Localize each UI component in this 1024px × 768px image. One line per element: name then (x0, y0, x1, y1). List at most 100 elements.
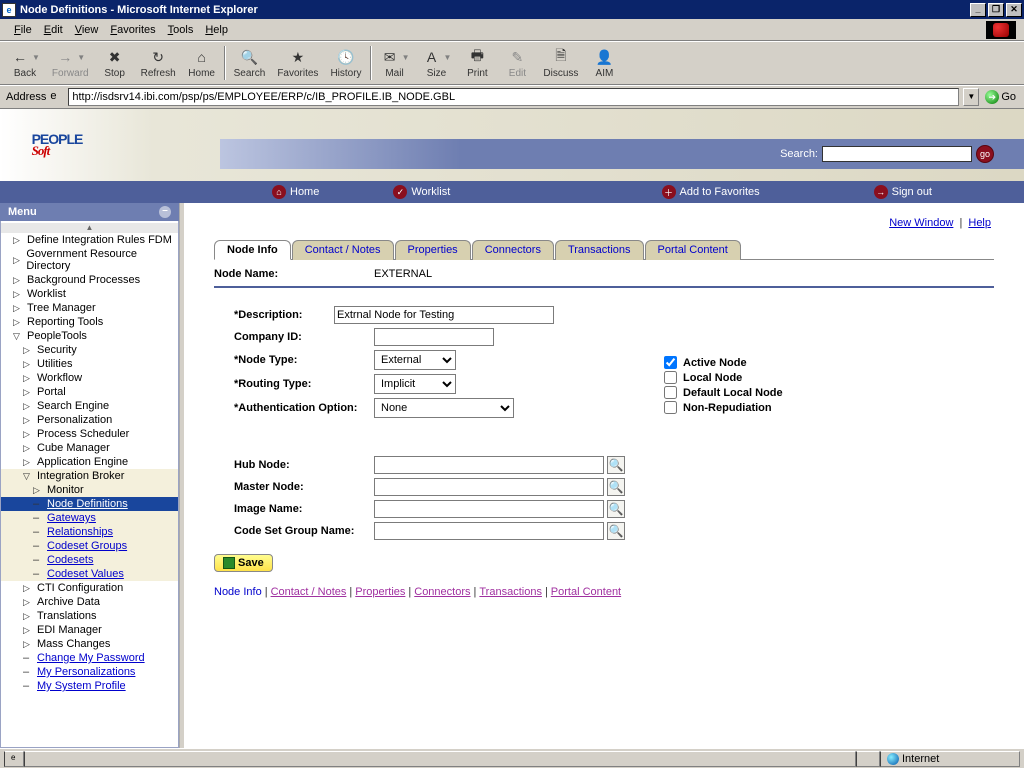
active-node-checkbox[interactable] (664, 356, 677, 369)
sidebar-item-government-resource-directory[interactable]: Government Resource Directory (1, 247, 178, 273)
nav-add-to-favorites[interactable]: ＋Add to Favorites (650, 185, 772, 199)
toolbar-home-button[interactable]: ⌂Home (182, 45, 222, 81)
sidebar-item-reporting-tools[interactable]: Reporting Tools (1, 315, 178, 329)
bottom-link-connectors[interactable]: Connectors (414, 586, 470, 598)
sidebar-item-relationships[interactable]: Relationships (1, 525, 178, 539)
search-go-button[interactable]: go (976, 145, 994, 163)
menu-favorites[interactable]: Favorites (104, 22, 161, 38)
lookup-icon[interactable]: 🔍 (607, 522, 625, 540)
default-local-node-checkbox[interactable] (664, 386, 677, 399)
sidebar-item-change-my-password[interactable]: Change My Password (1, 651, 178, 665)
minimize-button[interactable]: _ (970, 3, 986, 17)
sidebar-minimize-icon[interactable]: – (159, 206, 171, 218)
sidebar-item-codeset-values[interactable]: Codeset Values (1, 567, 178, 581)
sidebar-item-utilities[interactable]: Utilities (1, 357, 178, 371)
local-node-checkbox[interactable] (664, 371, 677, 384)
sidebar-item-worklist[interactable]: Worklist (1, 287, 178, 301)
toolbar-discuss-button[interactable]: 🗎Discuss (537, 45, 584, 81)
toolbar-refresh-button[interactable]: ↻Refresh (135, 45, 182, 81)
sidebar-item-application-engine[interactable]: Application Engine (1, 455, 178, 469)
sidebar-item-archive-data[interactable]: Archive Data (1, 595, 178, 609)
sidebar-item-monitor[interactable]: Monitor (1, 483, 178, 497)
nav-worklist[interactable]: ✓Worklist (381, 185, 462, 199)
nav-sign-out[interactable]: →Sign out (862, 185, 944, 199)
sidebar-item-background-processes[interactable]: Background Processes (1, 273, 178, 287)
bottom-link-contact-notes[interactable]: Contact / Notes (271, 586, 347, 598)
toolbar-size-button[interactable]: A▼Size (415, 45, 457, 81)
save-button[interactable]: Save (214, 554, 273, 572)
sidebar-item-workflow[interactable]: Workflow (1, 371, 178, 385)
go-button[interactable]: ➔ Go (983, 90, 1018, 104)
search-input[interactable] (822, 146, 972, 162)
toolbar-aim-button[interactable]: 👤AIM (584, 45, 624, 81)
code-set-group-name-input[interactable] (374, 522, 604, 540)
sidebar-item-process-scheduler[interactable]: Process Scheduler (1, 427, 178, 441)
non-repudiation-checkbox[interactable] (664, 401, 677, 414)
lookup-icon[interactable]: 🔍 (607, 500, 625, 518)
sidebar-item-integration-broker[interactable]: Integration Broker (1, 469, 178, 483)
routing-type-select[interactable]: Implicit (374, 374, 456, 394)
description-input[interactable] (334, 306, 554, 324)
address-input[interactable] (68, 88, 959, 106)
refresh-icon: ↻ (148, 47, 168, 67)
sidebar-item-cube-manager[interactable]: Cube Manager (1, 441, 178, 455)
sidebar-item-mass-changes[interactable]: Mass Changes (1, 637, 178, 651)
toolbar-history-button[interactable]: 🕓History (324, 45, 367, 81)
toolbar-favorites-button[interactable]: ★Favorites (271, 45, 324, 81)
lookup-icon[interactable]: 🔍 (607, 456, 625, 474)
sidebar-item-tree-manager[interactable]: Tree Manager (1, 301, 178, 315)
toolbar-print-button[interactable]: 🖶Print (457, 45, 497, 81)
bottom-link-node-info[interactable]: Node Info (214, 586, 262, 598)
sidebar-item-edi-manager[interactable]: EDI Manager (1, 623, 178, 637)
node-type-select[interactable]: External (374, 350, 456, 370)
sidebar-item-portal[interactable]: Portal (1, 385, 178, 399)
tab-portal-content[interactable]: Portal Content (645, 240, 741, 260)
sidebar-item-my-system-profile[interactable]: My System Profile (1, 679, 178, 693)
menu-edit[interactable]: Edit (38, 22, 69, 38)
sidebar-item-search-engine[interactable]: Search Engine (1, 399, 178, 413)
scroll-up-indicator[interactable]: ▲ (1, 223, 178, 233)
help-link[interactable]: Help (968, 217, 991, 229)
master-node-input[interactable] (374, 478, 604, 496)
tab-node-info[interactable]: Node Info (214, 240, 291, 260)
new-window-link[interactable]: New Window (889, 217, 953, 229)
toolbar-search-button[interactable]: 🔍Search (228, 45, 272, 81)
menu-help[interactable]: Help (199, 22, 234, 38)
sidebar-item-my-personalizations[interactable]: My Personalizations (1, 665, 178, 679)
auth-option-select[interactable]: None (374, 398, 514, 418)
sidebar-item-codeset-groups[interactable]: Codeset Groups (1, 539, 178, 553)
lookup-icon[interactable]: 🔍 (607, 478, 625, 496)
sidebar-item-gateways[interactable]: Gateways (1, 511, 178, 525)
leaf-icon (33, 512, 43, 524)
close-button[interactable]: ✕ (1006, 3, 1022, 17)
toolbar-back-button[interactable]: ←▼Back (4, 45, 46, 81)
toolbar-mail-button[interactable]: ✉▼Mail (374, 45, 416, 81)
restore-button[interactable]: ❐ (988, 3, 1004, 17)
sidebar-item-security[interactable]: Security (1, 343, 178, 357)
bottom-link-properties[interactable]: Properties (355, 586, 405, 598)
menu-tools[interactable]: Tools (162, 22, 200, 38)
sidebar-item-personalization[interactable]: Personalization (1, 413, 178, 427)
menu-file[interactable]: File (8, 22, 38, 38)
tab-transactions[interactable]: Transactions (555, 240, 644, 260)
search-icon: 🔍 (239, 47, 259, 67)
sidebar-item-translations[interactable]: Translations (1, 609, 178, 623)
company-id-input[interactable] (374, 328, 494, 346)
sidebar-item-peopletools[interactable]: PeopleTools (1, 329, 178, 343)
address-dropdown[interactable]: ▼ (963, 88, 979, 106)
toolbar-stop-button[interactable]: ✖Stop (95, 45, 135, 81)
tab-properties[interactable]: Properties (395, 240, 471, 260)
toolbar-forward-button: →▼Forward (46, 45, 95, 81)
bottom-link-portal-content[interactable]: Portal Content (551, 586, 621, 598)
tab-contact-notes[interactable]: Contact / Notes (292, 240, 394, 260)
tab-connectors[interactable]: Connectors (472, 240, 554, 260)
menu-view[interactable]: View (69, 22, 105, 38)
image-name-input[interactable] (374, 500, 604, 518)
hub-node-input[interactable] (374, 456, 604, 474)
sidebar-item-define-integration-rules-fdm[interactable]: Define Integration Rules FDM (1, 233, 178, 247)
bottom-link-transactions[interactable]: Transactions (479, 586, 542, 598)
sidebar-item-codesets[interactable]: Codesets (1, 553, 178, 567)
sidebar-item-cti-configuration[interactable]: CTI Configuration (1, 581, 178, 595)
sidebar-item-node-definitions[interactable]: Node Definitions (1, 497, 178, 511)
nav-home[interactable]: ⌂Home (260, 185, 331, 199)
